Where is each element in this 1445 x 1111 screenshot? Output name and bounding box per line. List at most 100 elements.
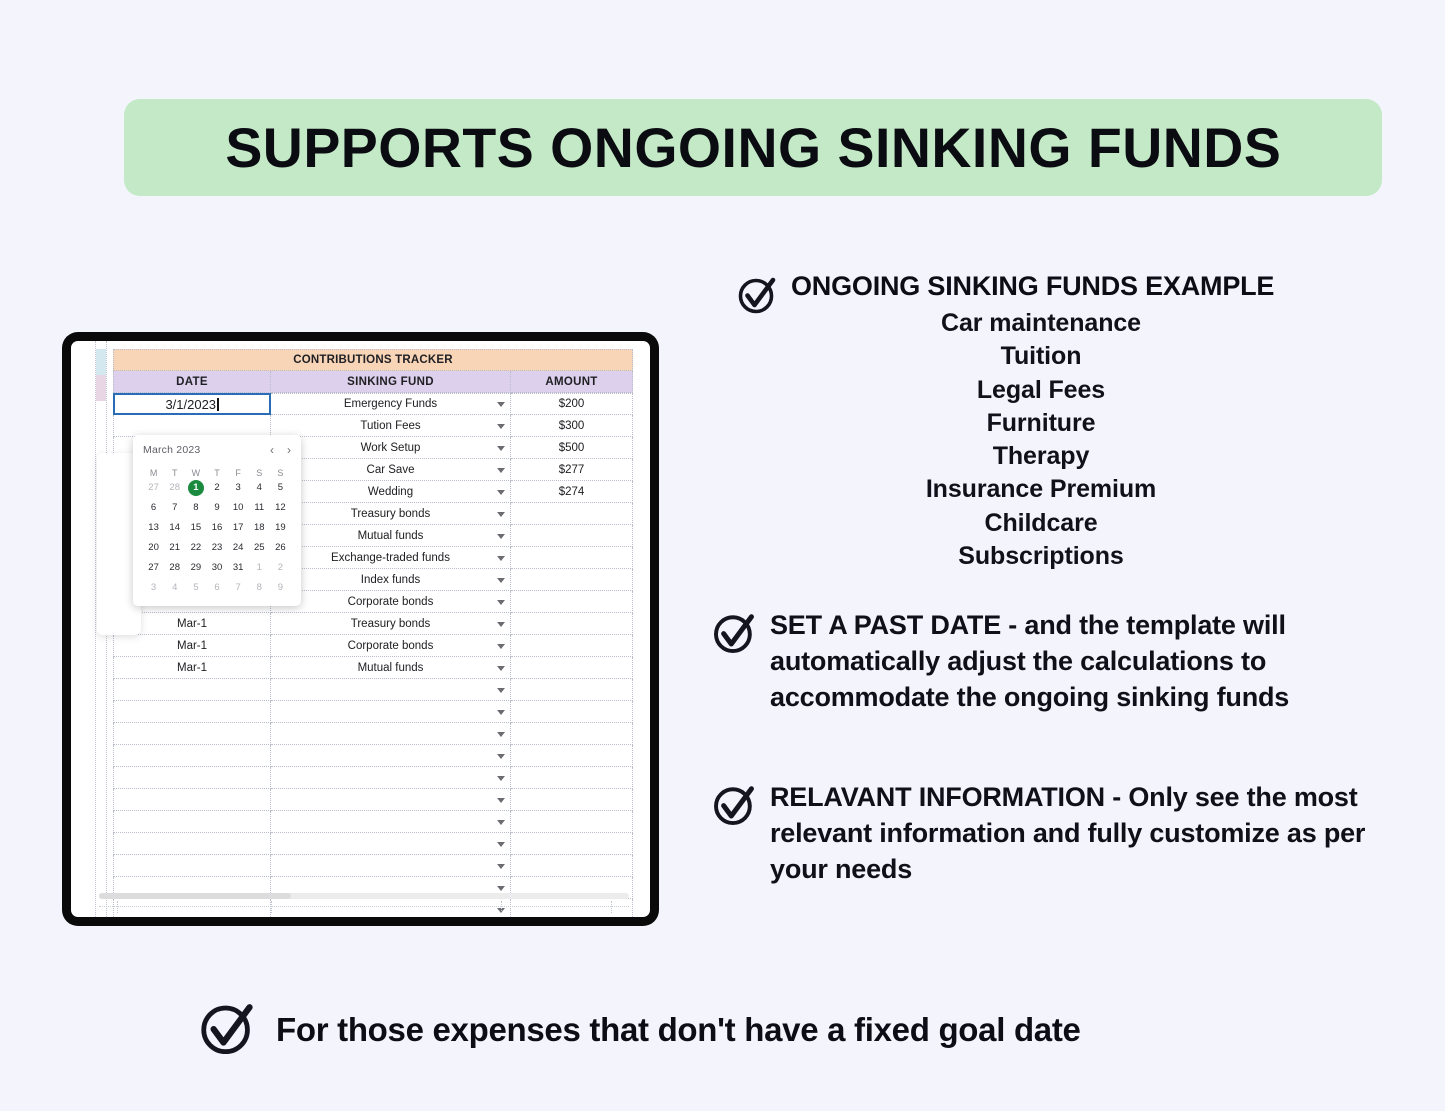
calendar-day[interactable]: 8 [249,580,270,596]
calendar-day[interactable]: 17 [228,520,249,536]
date-cell-selected[interactable]: 3/1/2023 [113,393,271,415]
chevron-down-icon[interactable] [497,599,505,605]
chevron-down-icon[interactable] [497,709,505,715]
calendar-day[interactable]: 12 [270,500,291,516]
amount-cell[interactable] [511,745,633,767]
sinking-fund-cell[interactable] [271,679,511,701]
calendar-day[interactable]: 3 [143,580,164,596]
amount-cell[interactable] [511,503,633,525]
amount-cell[interactable] [511,569,633,591]
calendar-day[interactable]: 20 [143,540,164,556]
chevron-down-icon[interactable] [497,577,505,583]
amount-cell[interactable] [511,635,633,657]
amount-cell[interactable] [511,613,633,635]
amount-cell[interactable]: $274 [511,481,633,503]
sinking-fund-cell[interactable]: Mutual funds [271,657,511,679]
sinking-fund-cell[interactable]: Tution Fees [271,415,511,437]
amount-cell[interactable] [511,525,633,547]
calendar-day[interactable]: 14 [164,520,185,536]
calendar-day[interactable]: 9 [270,580,291,596]
calendar-day[interactable]: 2 [206,480,227,496]
chevron-down-icon[interactable] [497,643,505,649]
date-cell[interactable]: Mar-1 [113,657,271,679]
sinking-fund-cell[interactable]: Mutual funds [271,525,511,547]
sinking-fund-cell[interactable] [271,767,511,789]
amount-cell[interactable] [511,657,633,679]
amount-cell[interactable] [511,591,633,613]
chevron-down-icon[interactable] [497,841,505,847]
date-cell[interactable]: Mar-1 [113,635,271,657]
sinking-fund-cell[interactable]: Treasury bonds [271,613,511,635]
amount-cell[interactable] [511,701,633,723]
calendar-day[interactable]: 8 [185,500,206,516]
chevron-down-icon[interactable] [497,511,505,517]
calendar-day[interactable]: 30 [206,560,227,576]
chevron-left-icon[interactable]: ‹ [270,444,274,456]
chevron-down-icon[interactable] [497,533,505,539]
date-picker-popup[interactable]: March 2023 ‹ › MTWTFSS 27 28 1 2 3 4 5 6 7 8 9 10 11… [133,435,301,606]
chevron-down-icon[interactable] [497,819,505,825]
calendar-day[interactable]: 27 [143,480,164,496]
chevron-down-icon[interactable] [497,797,505,803]
calendar-day[interactable]: 28 [164,560,185,576]
sinking-fund-cell[interactable]: Treasury bonds [271,503,511,525]
chevron-down-icon[interactable] [497,621,505,627]
calendar-day[interactable]: 9 [206,500,227,516]
horizontal-scrollbar[interactable] [99,893,629,899]
sinking-fund-cell[interactable]: Corporate bonds [271,635,511,657]
amount-cell[interactable]: $300 [511,415,633,437]
sinking-fund-cell[interactable] [271,811,511,833]
date-cell[interactable] [113,767,271,789]
date-cell[interactable] [113,811,271,833]
chevron-down-icon[interactable] [497,731,505,737]
sinking-fund-cell[interactable] [271,833,511,855]
amount-cell[interactable] [511,723,633,745]
calendar-day[interactable]: 1 [249,560,270,576]
date-cell[interactable] [113,745,271,767]
calendar-day[interactable]: 4 [164,580,185,596]
amount-cell[interactable] [511,855,633,877]
calendar-day[interactable]: 19 [270,520,291,536]
amount-cell[interactable]: $500 [511,437,633,459]
sinking-fund-cell[interactable]: Emergency Funds [271,393,511,415]
calendar-day[interactable]: 26 [270,540,291,556]
calendar-day[interactable]: 15 [185,520,206,536]
calendar-day[interactable]: 21 [164,540,185,556]
date-cell[interactable] [113,679,271,701]
amount-cell[interactable]: $277 [511,459,633,481]
chevron-down-icon[interactable] [497,555,505,561]
calendar-day[interactable]: 7 [228,580,249,596]
calendar-day[interactable]: 4 [249,480,270,496]
chevron-down-icon[interactable] [497,863,505,869]
chevron-right-icon[interactable]: › [287,444,291,456]
date-cell[interactable] [113,833,271,855]
chevron-down-icon[interactable] [497,445,505,451]
calendar-day[interactable]: 27 [143,560,164,576]
sinking-fund-cell[interactable] [271,789,511,811]
sinking-fund-cell[interactable] [271,745,511,767]
chevron-down-icon[interactable] [497,753,505,759]
chevron-down-icon[interactable] [497,885,505,891]
calendar-day[interactable]: 3 [228,480,249,496]
calendar-day[interactable]: 5 [270,480,291,496]
amount-cell[interactable] [511,679,633,701]
date-cell[interactable] [113,415,271,437]
sinking-fund-cell[interactable] [271,899,511,917]
date-cell[interactable] [113,899,271,917]
calendar-day[interactable]: 31 [228,560,249,576]
amount-cell[interactable] [511,547,633,569]
calendar-day[interactable]: 13 [143,520,164,536]
date-cell[interactable] [113,701,271,723]
amount-cell[interactable] [511,789,633,811]
calendar-day[interactable]: 6 [206,580,227,596]
scrollbar-thumb[interactable] [99,893,291,899]
date-cell[interactable] [113,723,271,745]
sinking-fund-cell[interactable]: Work Setup [271,437,511,459]
sinking-fund-cell[interactable]: Exchange-traded funds [271,547,511,569]
calendar-day[interactable]: 6 [143,500,164,516]
amount-cell[interactable]: $200 [511,393,633,415]
calendar-day[interactable]: 7 [164,500,185,516]
calendar-day[interactable]: 16 [206,520,227,536]
sinking-fund-cell[interactable]: Index funds [271,569,511,591]
calendar-day[interactable]: 22 [185,540,206,556]
